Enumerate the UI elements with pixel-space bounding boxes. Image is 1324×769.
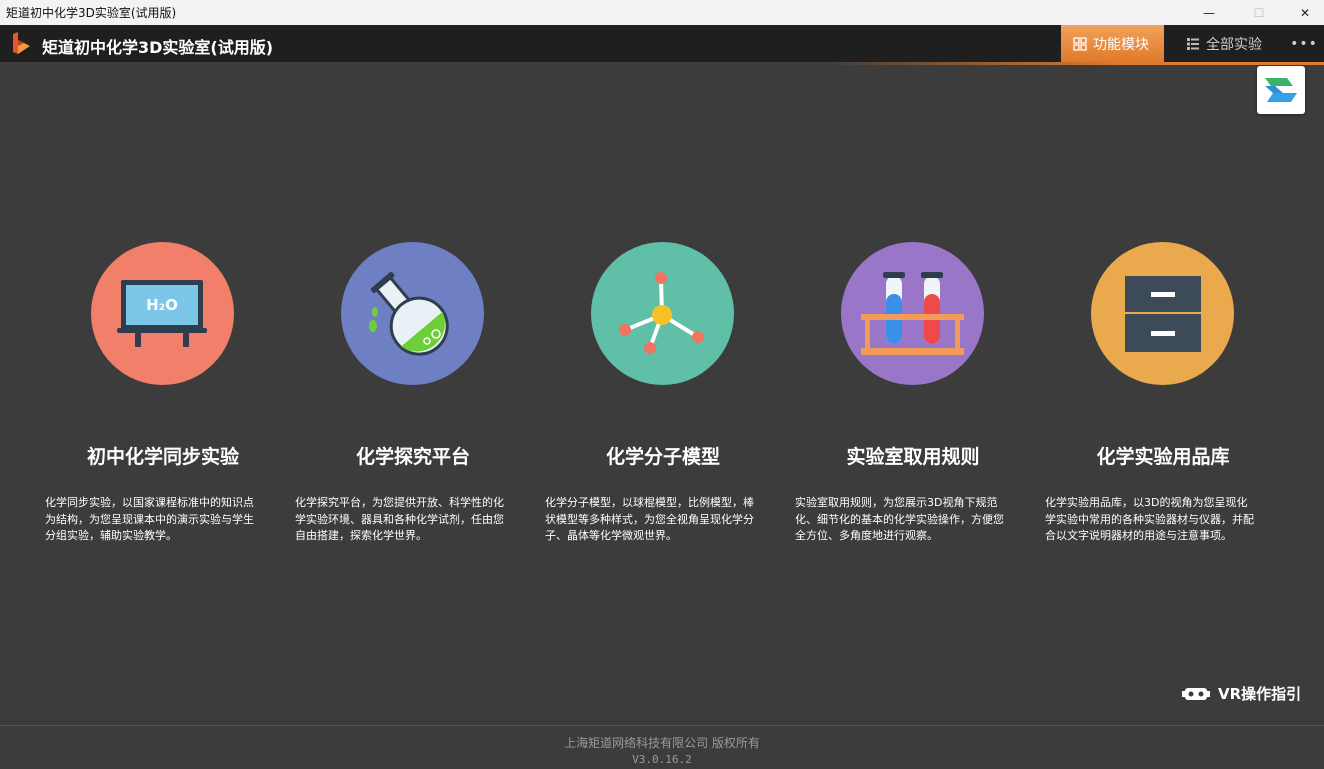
footer-divider [0, 725, 1324, 726]
module-explore-icon-circle [341, 242, 484, 385]
side-tool-button[interactable] [1257, 66, 1305, 114]
more-icon: ••• [1290, 35, 1318, 52]
module-description: 实验室取用规则，为您展示3D视角下规范化、细节化的基本的化学实验操作，方便您全方… [795, 496, 1004, 542]
list-icon [1187, 37, 1199, 50]
close-icon: ✕ [1299, 5, 1311, 20]
maximize-icon: ☐ [1253, 5, 1265, 20]
vr-guide-label: VR操作指引 [1218, 685, 1302, 703]
app-title: 矩道初中化学3D实验室(试用版) [42, 38, 274, 57]
minimize-icon: — [1203, 5, 1215, 20]
blackboard-h2o-icon: H₂O [117, 280, 207, 347]
tab-all-label: 全部实验 [1206, 36, 1262, 53]
test-tubes-icon [861, 272, 964, 355]
module-description: 化学同步实验，以国家课程标准中的知识点为结构，为您呈现课本中的演示实验与学生分组… [45, 496, 254, 542]
flask-icon [369, 271, 449, 356]
module-title: 化学探究平台 [355, 446, 470, 468]
module-library-icon-circle [1091, 242, 1234, 385]
header-accent-line [820, 62, 1324, 65]
module-title: 初中化学同步实验 [86, 446, 239, 468]
tab-modules[interactable]: 功能模块 [1061, 25, 1164, 62]
module-description: 化学实验用品库，以3D的视角为您呈现化学实验中常用的各种实验器材与仪器，并配合以… [1045, 496, 1254, 542]
cabinet-icon [1125, 276, 1201, 352]
grid-icon [1073, 36, 1087, 51]
module-title: 化学实验用品库 [1096, 446, 1230, 468]
os-title-bar: 矩道初中化学3D实验室(试用版) — ☐ ✕ [0, 0, 1324, 25]
module-sync-icon-circle: H₂O [91, 242, 234, 385]
maximize-button[interactable]: ☐ [1236, 0, 1282, 25]
app-header: 矩道初中化学3D实验室(试用版) 功能模块 全部实验 ••• [0, 25, 1324, 62]
window-title: 矩道初中化学3D实验室(试用版) [6, 6, 177, 20]
version-text: V3.0.16.2 [632, 753, 692, 766]
copyright-text: 上海矩道网络科技有限公司 版权所有 [564, 736, 760, 750]
module-title: 实验室取用规则 [846, 446, 980, 468]
close-button[interactable]: ✕ [1282, 0, 1324, 25]
module-description: 化学探究平台，为您提供开放、科学性的化学实验环境、器具和各种化学试剂，任由您自由… [295, 496, 504, 542]
h2o-text: H₂O [146, 296, 178, 314]
tab-modules-label: 功能模块 [1093, 36, 1149, 53]
app-logo-icon [13, 32, 30, 54]
tab-all-experiments[interactable]: 全部实验 [1174, 25, 1278, 62]
more-menu-button[interactable]: ••• [1290, 25, 1318, 62]
module-description: 化学分子模型，以球棍模型，比例模型，棒状模型等多种样式，为您全视角呈现化学分子、… [545, 496, 754, 542]
molecule-icon [619, 272, 704, 354]
minimize-button[interactable]: — [1186, 0, 1232, 25]
layers-logo-icon [1265, 78, 1297, 102]
vr-headset-icon [1182, 687, 1210, 700]
vr-guide-button[interactable]: VR操作指引 [1182, 683, 1301, 704]
module-title: 化学分子模型 [605, 446, 720, 468]
module-molecule-icon-circle [591, 242, 734, 385]
module-rules-icon-circle [841, 242, 984, 385]
